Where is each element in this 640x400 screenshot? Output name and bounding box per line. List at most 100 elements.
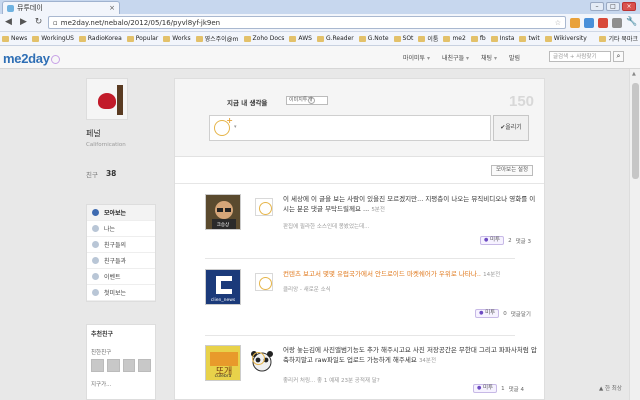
- post-avatar[interactable]: 또개 culebra: [205, 345, 241, 381]
- bookmark-item[interactable]: News: [2, 35, 27, 42]
- folder-icon: [544, 35, 552, 42]
- bookmark-item[interactable]: 영스주이@m: [195, 34, 239, 43]
- chevron-down-icon[interactable]: ▾: [234, 124, 237, 130]
- nav-my-me2[interactable]: 마이미투: [403, 53, 430, 62]
- back-icon[interactable]: ◀: [3, 17, 14, 28]
- search-icon[interactable]: ⌕: [613, 51, 624, 62]
- comment-link[interactable]: 댓글 4: [509, 385, 524, 393]
- divider: [205, 335, 515, 336]
- bookmark-star-icon[interactable]: ☆: [555, 19, 561, 27]
- top-nav: 마이미투 내친구들 채팅 말림: [403, 53, 520, 62]
- main-feed: 지금 내 생각을 이미지투게 ? 150 ▾ ✔올리기 모아보는 설정 크승상 …: [174, 78, 545, 400]
- scroll-up-icon[interactable]: ▲: [632, 71, 636, 77]
- reload-icon[interactable]: ↻: [33, 17, 44, 28]
- nav-friends[interactable]: 내친구들: [442, 53, 469, 62]
- comment-link[interactable]: 댓글 3: [516, 237, 531, 245]
- char-count: 150: [509, 93, 535, 110]
- me2-button[interactable]: 미투: [480, 236, 505, 245]
- bookmark-item[interactable]: Insta: [490, 35, 514, 42]
- bookmark-item[interactable]: AWS: [289, 35, 312, 42]
- other-bookmarks[interactable]: 기타 북마크: [599, 34, 638, 43]
- comment-link[interactable]: 댓글달기: [511, 310, 531, 318]
- extension-icon[interactable]: [612, 17, 622, 28]
- friend-thumbnails: [91, 359, 151, 372]
- bookmark-item[interactable]: Works: [163, 35, 191, 42]
- bookmark-item[interactable]: fb: [470, 35, 486, 42]
- nav-chat[interactable]: 채팅: [481, 53, 497, 62]
- post-text: 컨텐츠 보고서 몇몇 유럽국가에서 안드로이드 마켓쉐어가 우위로 나타나.. …: [283, 270, 501, 278]
- wrench-icon[interactable]: 🔧: [626, 17, 637, 28]
- folder-icon: [126, 35, 134, 42]
- post-actions: 미투 2 댓글 3: [480, 236, 531, 245]
- compose-area: 지금 내 생각을 이미지투게 ? 150 ▾ ✔올리기: [175, 79, 544, 157]
- bookmark-item[interactable]: me2: [443, 35, 466, 42]
- recommend-title: 추천친구: [91, 331, 114, 338]
- post-text: 이 세상에 이 글을 보는 사람이 있을진 모르겠지만... 지평층이 나오는 …: [283, 195, 536, 213]
- logo-face-icon: [50, 55, 60, 64]
- friend-avatar[interactable]: [106, 359, 120, 372]
- help-icon[interactable]: ?: [308, 97, 315, 104]
- bookmark-item[interactable]: G.Reader: [316, 35, 354, 42]
- me2-quote-icon[interactable]: [255, 198, 273, 216]
- bookmark-item[interactable]: WorkingUS: [32, 35, 74, 42]
- profile-avatar[interactable]: [86, 78, 128, 120]
- post-avatar[interactable]: clien_news: [205, 269, 241, 305]
- compose-input[interactable]: ▾: [209, 115, 491, 141]
- me2-quote-icon[interactable]: [255, 273, 273, 291]
- bookmark-item[interactable]: Zoho Docs: [243, 35, 284, 42]
- back-to-top-link[interactable]: ▲ 한 최상: [599, 384, 622, 392]
- bookmark-item[interactable]: Wikiversity: [544, 35, 587, 42]
- me2day-logo[interactable]: me2day: [3, 51, 60, 66]
- menu-item-friends-posts[interactable]: 친구들의: [87, 237, 155, 253]
- window-controls: – □ ×: [590, 2, 636, 11]
- post-avatar[interactable]: 크승상: [205, 194, 241, 230]
- friend-avatar[interactable]: [91, 359, 104, 372]
- minimize-button[interactable]: –: [590, 2, 604, 11]
- bookmark-item[interactable]: RadioKorea: [78, 35, 122, 42]
- bookmark-item[interactable]: SOt: [393, 35, 413, 42]
- page-scrollbar[interactable]: ▲: [629, 69, 640, 400]
- bookmark-item[interactable]: 이툼: [418, 34, 438, 43]
- post-button[interactable]: ✔올리기: [493, 115, 529, 141]
- avatar-label: clien_news: [210, 298, 236, 303]
- scrollbar-thumb[interactable]: [632, 83, 639, 179]
- bookmark-item[interactable]: Popular: [126, 35, 158, 42]
- feed-settings-button[interactable]: 모아보는 설정: [491, 165, 533, 176]
- extension-icon[interactable]: [584, 17, 594, 28]
- url-bar[interactable]: ▫ me2day.net/nebalo/2012/05/16/pyvl8yf-j…: [48, 16, 566, 29]
- bookmarks-bar: News WorkingUS RadioKorea Popular Works …: [0, 32, 640, 46]
- favicon-icon: [7, 4, 14, 12]
- menu-item-first[interactable]: 첫미보는: [87, 285, 155, 301]
- friend-avatar[interactable]: [138, 359, 151, 372]
- browser-tab[interactable]: 뮤투데이 ×: [2, 1, 120, 14]
- menu-item-all[interactable]: 모아보는: [87, 205, 155, 221]
- close-window-button[interactable]: ×: [622, 2, 636, 11]
- menu-item-events[interactable]: 이벤트: [87, 269, 155, 285]
- extension-icon[interactable]: [598, 17, 608, 28]
- bookmark-item[interactable]: twit: [519, 35, 540, 42]
- menu-item-with-friends[interactable]: 친구들과: [87, 253, 155, 269]
- profile-name[interactable]: 페널: [86, 128, 156, 139]
- friend-avatar[interactable]: [122, 359, 136, 372]
- nav-more[interactable]: 말림: [509, 53, 520, 62]
- extension-icon[interactable]: [570, 17, 580, 28]
- menu-item-me[interactable]: 나는: [87, 221, 155, 237]
- panda-thumbnail[interactable]: [249, 349, 275, 375]
- folder-icon: [32, 35, 40, 42]
- tab-close-icon[interactable]: ×: [109, 4, 115, 12]
- me2-button[interactable]: 미투: [473, 384, 498, 393]
- me2-button[interactable]: 미투: [475, 309, 500, 318]
- friends-label: 친구: [86, 171, 98, 179]
- post-time: 14분전: [483, 272, 501, 278]
- compose-selector[interactable]: 이미지투게: [286, 96, 328, 105]
- emoticon-icon[interactable]: [214, 116, 233, 136]
- bookmark-item[interactable]: G.Note: [358, 35, 389, 42]
- search-input[interactable]: 글검색 + 사람찾기: [549, 51, 611, 62]
- folder-icon: [195, 35, 203, 42]
- menu-icon: [92, 209, 99, 216]
- menu-icon: [92, 241, 99, 248]
- maximize-button[interactable]: □: [606, 2, 620, 11]
- forward-icon[interactable]: ▶: [18, 17, 29, 28]
- friends-count[interactable]: 친구 38: [86, 169, 156, 179]
- profile-location: Californication: [86, 142, 126, 148]
